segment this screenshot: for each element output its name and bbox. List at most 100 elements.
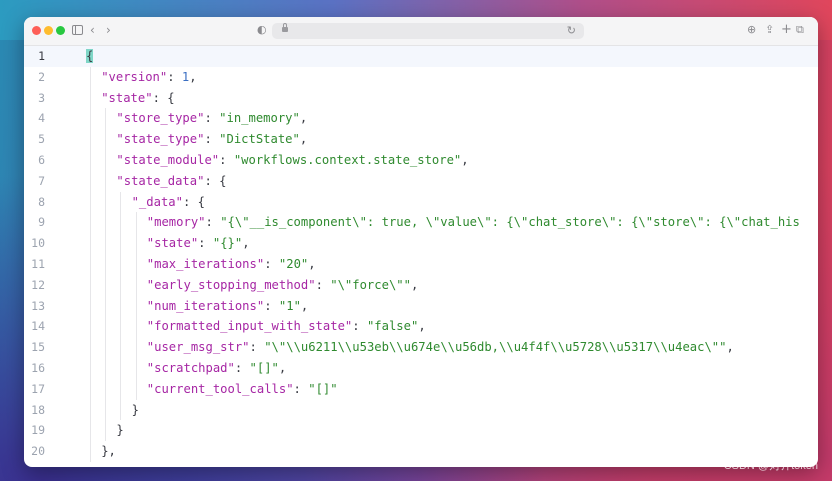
address-bar[interactable]: ↻: [272, 23, 584, 39]
json-string: "[]": [308, 381, 338, 396]
line-number: 1: [38, 49, 45, 63]
json-punctuation: ,: [278, 360, 287, 375]
json-key: "memory": [146, 215, 206, 230]
code-line: 18}: [24, 399, 818, 421]
json-punctuation: : {: [152, 90, 175, 105]
json-viewer: 1{2 "version": 1, 3 "state": {4 "store_type"…: [24, 46, 818, 467]
json-key: "state": [146, 236, 199, 251]
json-punctuation: ,: [299, 111, 308, 126]
maximize-window-button[interactable]: [56, 26, 65, 35]
code-text: }: [86, 420, 818, 441]
json-string: "{\"__is_component\": true, \"value\": {…: [220, 215, 800, 230]
code-text: "user_msg_str": "\"\\u6211\\u53eb\\u674e…: [86, 337, 818, 358]
code-line: 6 "state_module": "workflows.context.stat…: [24, 149, 818, 171]
json-punctuation: }: [116, 423, 124, 438]
tab-overview-icon[interactable]: ⧉: [796, 23, 804, 37]
json-punctuation: ,: [726, 340, 734, 355]
code-line: 11 "max_iterations": "20",: [24, 253, 818, 275]
line-number: 2: [38, 69, 45, 84]
json-key: "store_type": [116, 111, 205, 126]
privacy-shield-icon[interactable]: ◐: [257, 23, 267, 37]
code-text: "state": "{}",: [86, 233, 818, 254]
code-line: 3 "state": {: [24, 87, 818, 109]
close-window-button[interactable]: [32, 26, 41, 35]
json-punctuation: : {: [182, 194, 205, 209]
code-text: "state_type": "DictState",: [86, 129, 818, 150]
line-number: 16: [31, 360, 45, 375]
json-punctuation: :: [249, 340, 265, 355]
code-text: "store_type": "in_memory",: [86, 108, 818, 129]
forward-icon[interactable]: ›: [106, 23, 111, 37]
line-number: 13: [31, 298, 45, 313]
json-punctuation: :: [205, 215, 221, 230]
code-text: "state_data": {: [86, 171, 818, 192]
json-key: "state": [101, 90, 153, 105]
reload-icon[interactable]: ↻: [567, 24, 576, 38]
line-number: 14: [31, 319, 45, 334]
json-punctuation: :: [234, 360, 250, 375]
code-line: 9 "memory": "{\"__is_component\": true, \…: [24, 212, 818, 234]
minimize-window-button[interactable]: [44, 26, 53, 35]
json-key: "current_tool_calls": [146, 381, 294, 396]
json-string: "{}": [212, 236, 243, 251]
code-text: "state_module": "workflows.context.state…: [86, 150, 818, 171]
code-line: 8 "_data": {: [24, 191, 818, 213]
json-punctuation: :: [219, 152, 234, 167]
json-punctuation: ,: [299, 132, 308, 147]
json-punctuation: :: [167, 69, 182, 84]
line-number: 17: [31, 381, 45, 396]
line-number: 19: [31, 423, 45, 438]
code-text: "num_iterations": "1",: [86, 296, 818, 317]
json-string: "false": [366, 319, 419, 334]
json-punctuation: ,: [410, 277, 419, 292]
csdn-watermark: CSDN @对齐token: [723, 460, 818, 472]
code-text: "_data": {: [86, 192, 818, 213]
json-key: "_data": [131, 194, 183, 209]
code-line: 16 "scratchpad": "[]",: [24, 357, 818, 379]
code-line: 7 "state_data": {: [24, 170, 818, 192]
translate-globe-icon[interactable]: ⊕: [747, 23, 756, 37]
code-text: "current_tool_calls": "[]": [86, 379, 818, 400]
code-line: 19}: [24, 420, 818, 442]
json-key: "scratchpad": [146, 360, 235, 375]
code-line: 13 "num_iterations": "1",: [24, 295, 818, 317]
share-icon[interactable]: ⇪: [765, 23, 774, 37]
json-punctuation: },: [101, 444, 116, 459]
code-line: 17 "current_tool_calls": "[]": [24, 378, 818, 400]
line-number: 5: [38, 132, 45, 147]
browser-toolbar: ‹ › ◐ ↻ ⊕ ⇪ + ⧉: [24, 17, 818, 46]
line-number: 7: [38, 173, 45, 188]
code-line: 2 "version": 1,: [24, 66, 818, 88]
new-tab-icon[interactable]: +: [781, 23, 792, 37]
json-punctuation: }: [131, 402, 139, 417]
back-icon[interactable]: ‹: [90, 23, 95, 37]
json-key: "version": [101, 69, 168, 84]
json-string: "workflows.context.state_store": [233, 152, 462, 167]
json-string: "in_memory": [219, 111, 300, 126]
line-number: 8: [38, 194, 45, 209]
json-key: "early_stopping_method": [146, 277, 316, 292]
json-punctuation: ,: [418, 319, 426, 334]
json-key: "state_module": [116, 152, 220, 167]
code-line: 5 "state_type": "DictState",: [24, 129, 818, 150]
line-number: 6: [38, 152, 45, 167]
code-text: {: [86, 46, 818, 67]
json-punctuation: ,: [461, 152, 469, 167]
code-text: "scratchpad": "[]",: [86, 358, 818, 379]
code-text: "state": {: [86, 88, 818, 109]
json-string: "1": [278, 298, 301, 313]
json-punctuation: : {: [204, 173, 227, 188]
code-text: "early_stopping_method": "\"force\"",: [86, 275, 818, 296]
sidebar-toggle-icon[interactable]: [72, 25, 83, 35]
json-key: "state_type": [116, 132, 205, 147]
code-text: },: [86, 441, 818, 462]
json-key: "max_iterations": [146, 256, 265, 271]
line-number: 10: [31, 236, 45, 251]
json-key: "user_msg_str": [146, 340, 250, 355]
json-punctuation: ,: [308, 256, 316, 271]
json-punctuation: :: [264, 256, 279, 271]
code-text: "version": 1,: [86, 67, 818, 88]
json-punctuation: ,: [189, 69, 197, 84]
code-text: "memory": "{\"__is_component\": true, \"…: [86, 212, 818, 233]
code-line: 14 "formatted_input_with_state": "false",: [24, 316, 818, 338]
